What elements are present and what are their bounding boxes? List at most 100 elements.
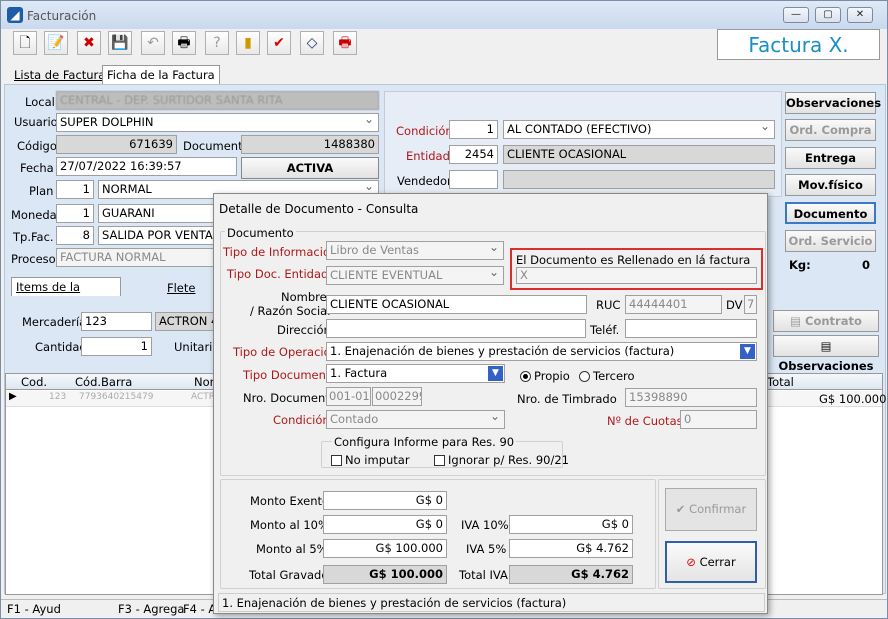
tab-flete[interactable]: Flete [163,279,199,298]
usuario-select[interactable]: SUPER DOLPHIN [56,113,379,132]
checkbox-icon [434,455,445,466]
cancel-icon: ⊘ [686,555,700,569]
moneda-select[interactable]: GUARANI [98,204,216,223]
tipo-op-label: Tipo de Operación [233,345,338,359]
codigo-field: 671639 [56,135,177,154]
plan-num[interactable]: 1 [56,180,94,199]
proceso-select[interactable]: FACTURA NORMAL [56,248,216,267]
telef-label: Teléf. [590,323,620,337]
minimize-button[interactable]: — [783,7,809,23]
ruc-label: RUC [596,298,621,312]
iva5-field: G$ 4.762 [509,539,633,558]
window-title: Facturación [27,9,97,23]
relleno-label: El Documento es Rellenado en lá factura [516,253,751,267]
save-icon[interactable]: 💾 [108,31,132,55]
help-icon[interactable]: ? [205,31,229,55]
delete-icon[interactable]: ✖ [77,31,101,55]
monto10-label: Monto al 10% [250,518,329,532]
items-observaciones-button[interactable]: ▤ Observaciones [773,335,879,373]
telef-field[interactable] [625,319,757,338]
tipo-doc-ent-select[interactable]: CLIENTE EVENTUAL [326,266,504,285]
cantidad-label: Cantidad [35,340,87,354]
monto-exento-field: G$ 0 [323,491,447,510]
nombre-field[interactable]: CLIENTE OCASIONAL [326,295,587,314]
confirmar-button[interactable]: ✔ Confirmar [665,488,757,531]
razon-label: / Razón Social [250,304,331,318]
observaciones-button[interactable]: Observaciones [785,92,881,114]
condicion-select[interactable]: AL CONTADO (EFECTIVO) [503,120,775,139]
usuario-label: Usuario [14,115,58,129]
tab-lista-facturas[interactable]: Lista de Facturas [10,66,115,85]
entidad-num[interactable]: 2454 [449,145,498,164]
cantidad-field[interactable]: 1 [81,337,152,356]
entidad-field: CLIENTE OCASIONAL [503,145,775,164]
condicion-select[interactable]: Contado [326,410,505,429]
tipo-doc-select[interactable]: 1. Factura ▼ [326,364,505,383]
undo-icon[interactable]: ↶ [141,31,165,55]
print-icon[interactable]: 🖶 [172,31,196,55]
moneda-label: Moneda [11,208,57,222]
relleno-field: X [516,267,757,284]
condicion-label: Condición [396,124,453,138]
mov-fisico-button[interactable]: Mov.físico [785,174,876,196]
propio-radio[interactable]: Propio [520,369,570,383]
vendedor-num[interactable] [449,170,498,189]
plan-label: Plan [29,184,54,198]
printer-red-icon[interactable]: 🖶 [333,31,357,55]
exit-icon[interactable]: ▮ [236,31,260,55]
status-f4: F4 - A [183,602,217,616]
tab-ficha-factura[interactable]: Ficha de la Factura [102,65,220,84]
status-f3: F3 - Agrega [118,602,185,616]
moneda-num[interactable]: 1 [56,204,94,223]
monto10-field: G$ 0 [323,515,447,534]
monto-exento-label: Monto Exento [250,494,330,508]
no-imputar-checkbox[interactable]: No imputar [331,453,410,467]
tpfac-select[interactable]: SALIDA POR VENTA [98,226,216,245]
local-field: CENTRAL - DEP. SURTIDOR SANTA RITA [56,91,379,110]
eraser-icon[interactable]: ◇ [300,31,324,55]
tipo-info-label: Tipo de Información [223,245,338,259]
nro-doc-label: Nro. Documento [243,391,337,405]
tipo-op-select[interactable]: 1. Enajenación de bienes y prestación de… [326,342,757,361]
contrato-icon: ▤ [790,314,805,328]
radio-checked-icon [520,371,531,382]
cerrar-button[interactable]: ⊘ Cerrar [665,541,757,583]
contrato-button[interactable]: ▤ Contrato [773,310,879,332]
local-label: Local [25,95,55,109]
dropdown-arrow-icon: ▼ [488,366,503,381]
dropdown-arrow-icon: ▼ [740,344,755,359]
nro-doc-est-field: 001-012 [326,387,371,406]
close-button[interactable]: ✕ [847,7,873,23]
new-doc-icon[interactable]: 🗋 [13,31,37,55]
iva5-label: IVA 5% [466,542,507,556]
vendedor-label: Vendedor [397,174,452,188]
direccion-field[interactable] [326,319,586,338]
edit-doc-icon[interactable]: 📝 [44,31,68,55]
mercaderia-code[interactable]: 123 [81,312,152,331]
check-icon[interactable]: ✔ [267,31,291,55]
title-bar: ◢ Facturación — ▢ ✕ [1,1,887,29]
checkbox-icon [331,455,342,466]
tab-items[interactable]: Items de la Factura [11,277,121,311]
ruc-field: 44444401 [625,295,722,314]
documento-button[interactable]: Documento [785,202,876,224]
tpfac-num[interactable]: 8 [56,226,94,245]
maximize-button[interactable]: ▢ [815,7,841,23]
tipo-info-select[interactable]: Libro de Ventas [326,241,504,260]
ignorar-checkbox[interactable]: Ignorar p/ Res. 90/21 [434,453,569,467]
condicion-num[interactable]: 1 [449,120,498,139]
timbrado-label: Nro. de Timbrado [517,392,617,406]
ord-compra-button[interactable]: Ord. Compra [785,119,876,141]
status-f1: F1 - Ayud [7,602,61,616]
kg-value: 0 [862,258,871,272]
entrega-button[interactable]: Entrega [785,147,876,169]
codigo-label: Código [17,139,57,153]
cell-total: G$ 100.000 [819,392,887,406]
tercero-radio[interactable]: Tercero [579,369,635,383]
ord-servicio-button[interactable]: Ord. Servicio [785,230,876,252]
dv-field: 7 [744,295,757,314]
mercaderia-name: ACTRON 40 [155,312,215,331]
fecha-field[interactable]: 27/07/2022 16:39:57 [56,157,237,176]
cuotas-field: 0 [680,410,757,429]
nombre-label: Nombre [281,290,327,304]
